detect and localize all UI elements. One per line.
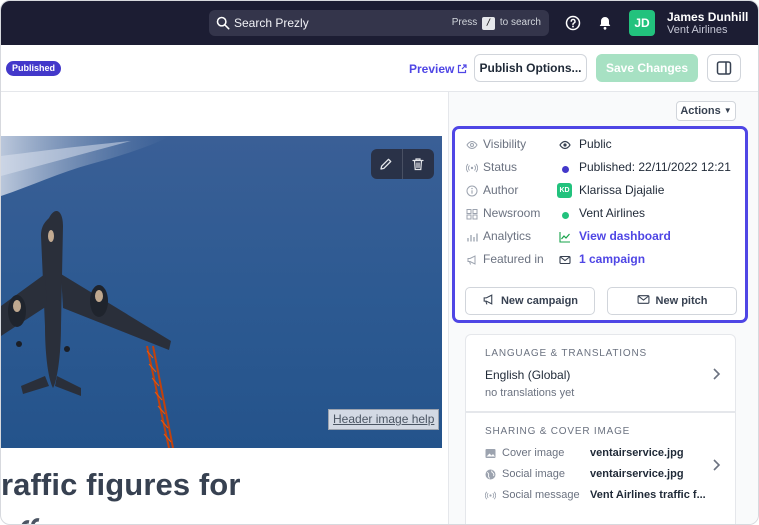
status-dot (559, 162, 571, 174)
megaphone-icon (483, 294, 493, 305)
sharing-row-cover-image: Cover image ventairservice.jpg (485, 446, 725, 462)
newsroom-dot (559, 208, 571, 220)
language-value: English (Global) (485, 368, 571, 382)
language-translations-card[interactable]: LANGUAGE & TRANSLATIONS English (Global)… (465, 334, 736, 412)
broadcast-icon (485, 491, 496, 500)
sharing-value: ventairservice.jpg (590, 447, 684, 459)
envelope-icon (559, 255, 571, 265)
sharing-label: Social image (502, 468, 565, 480)
chevron-right-icon (713, 459, 721, 471)
grid-icon (466, 209, 478, 220)
meta-row-author: Author KD Klarissa Djajalie (466, 182, 746, 200)
meta-row-newsroom: Newsroom Vent Airlines (466, 205, 746, 223)
author-value[interactable]: Klarissa Djajalie (579, 183, 664, 197)
eye-icon (559, 140, 571, 150)
new-pitch-button[interactable]: New pitch (607, 287, 737, 315)
newsroom-value[interactable]: Vent Airlines (579, 206, 645, 220)
status-value[interactable]: Published: 22/11/2022 12:21 (579, 160, 731, 174)
caret-down-icon: ▼ (723, 106, 732, 115)
campaign-link[interactable]: 1 campaign (579, 252, 645, 266)
section-title: SHARING & COVER IMAGE (485, 426, 631, 437)
shortcut-key: / (482, 17, 496, 30)
meta-label: Visibility (483, 137, 527, 151)
envelope-icon (637, 295, 649, 304)
header-image[interactable] (1, 136, 442, 448)
search-icon (216, 16, 230, 30)
image-icon (485, 449, 496, 458)
actions-dropdown[interactable]: Actions ▼ (676, 101, 736, 121)
view-dashboard-link[interactable]: View dashboard (579, 229, 671, 243)
app-window: Search Prezly Press / to search JD James… (0, 0, 759, 525)
sidebar-panel-icon (716, 61, 732, 75)
info-icon (466, 185, 478, 197)
story-headline[interactable]: raffic figures for (1, 467, 241, 503)
meta-row-analytics: Analytics View dashboard (466, 228, 746, 246)
preview-link[interactable]: Preview (409, 62, 467, 76)
chevron-right-icon (713, 368, 721, 380)
headline-overflow (21, 518, 40, 524)
visibility-value[interactable]: Public (579, 137, 612, 151)
meta-label: Status (483, 160, 518, 174)
trend-chart-icon (559, 232, 570, 243)
top-bar: Search Prezly Press / to search JD James… (1, 1, 758, 45)
globe-icon (485, 469, 496, 480)
story-toolbar: Published Preview Publish Options... Sav… (1, 45, 758, 92)
toggle-sidebar-button[interactable] (707, 54, 741, 82)
meta-label: Featured in (483, 252, 544, 266)
meta-row-featured: Featured in 1 campaign (466, 251, 746, 269)
header-image-help-link[interactable]: Header image help (328, 409, 440, 430)
user-name[interactable]: James Dunhill (667, 10, 748, 24)
new-campaign-button[interactable]: New campaign (465, 287, 595, 315)
megaphone-icon (467, 255, 476, 265)
save-changes-button[interactable]: Save Changes (596, 54, 698, 82)
meta-label: Author (483, 183, 519, 197)
translations-status: no translations yet (485, 387, 575, 399)
sharing-label: Cover image (502, 447, 565, 459)
image-toolbar (371, 149, 434, 179)
external-link-icon (458, 64, 467, 74)
user-organization: Vent Airlines (667, 24, 728, 36)
broadcast-icon (466, 163, 478, 173)
status-badge: Published (6, 61, 62, 76)
meta-row-visibility: Visibility Public (466, 136, 746, 154)
story-meta-panel: Visibility Public Status Published: 22/1… (452, 126, 748, 323)
section-title: LANGUAGE & TRANSLATIONS (485, 348, 647, 359)
search-input[interactable]: Search Prezly Press / to search (209, 10, 549, 36)
sharing-value: Vent Airlines traffic f... (590, 489, 706, 501)
sharing-value: ventairservice.jpg (590, 468, 684, 480)
trash-icon[interactable] (411, 157, 425, 171)
meta-row-status: Status Published: 22/11/2022 12:21 (466, 159, 746, 177)
avatar[interactable]: JD (629, 10, 655, 36)
sharing-row-social-message: Social message Vent Airlines traffic f..… (485, 488, 725, 504)
help-icon[interactable] (565, 15, 581, 31)
meta-label: Analytics (483, 229, 532, 243)
sharing-cover-image-card[interactable]: SHARING & COVER IMAGE Cover image ventai… (465, 412, 736, 524)
airplane-photo (1, 136, 442, 448)
sharing-label: Social message (502, 489, 580, 501)
bell-icon[interactable] (597, 15, 613, 31)
toolbar-divider (402, 149, 403, 179)
meta-label: Newsroom (483, 206, 541, 220)
eye-icon (466, 140, 478, 150)
bar-chart-icon (467, 233, 478, 242)
search-placeholder: Search Prezly (234, 16, 309, 30)
search-shortcut-hint: Press / to search (451, 17, 541, 30)
publish-options-button[interactable]: Publish Options... (474, 54, 587, 82)
pencil-icon[interactable] (379, 157, 393, 171)
sharing-row-social-image: Social image ventairservice.jpg (485, 467, 725, 483)
author-avatar: KD (557, 183, 572, 198)
